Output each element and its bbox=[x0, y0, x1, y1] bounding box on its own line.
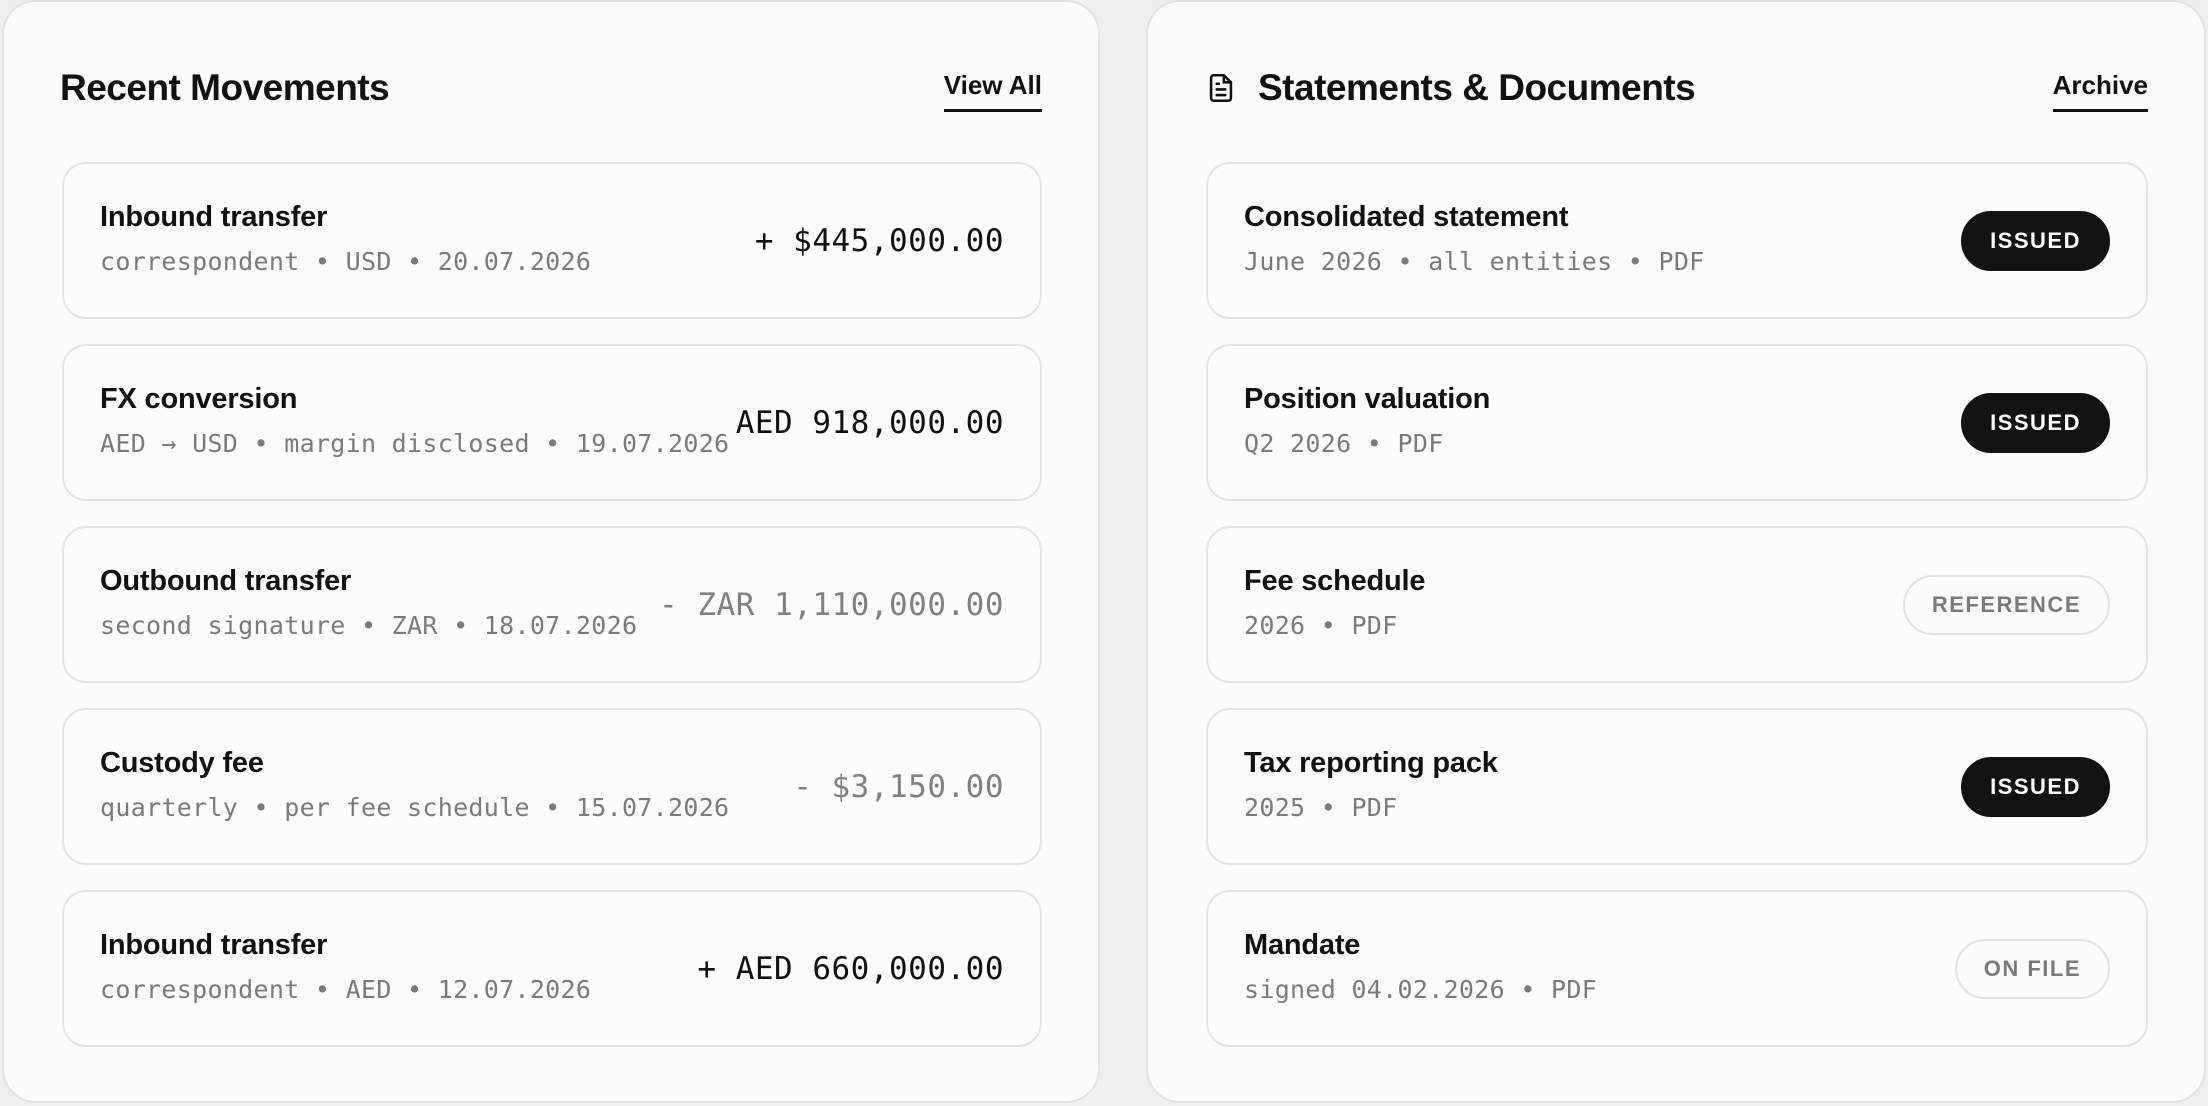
statements-header: Statements & Documents Archive bbox=[1204, 60, 2148, 116]
movement-meta: correspondent • AED • 12.07.2026 bbox=[100, 975, 592, 1004]
document-row[interactable]: Consolidated statement June 2026 • all e… bbox=[1206, 162, 2148, 319]
archive-link[interactable]: Archive bbox=[2052, 70, 2148, 112]
recent-movements-title: Recent Movements bbox=[60, 67, 390, 108]
movement-text: Outbound transfer second signature • ZAR… bbox=[100, 565, 637, 640]
movement-row[interactable]: FX conversion AED → USD • margin disclos… bbox=[62, 344, 1042, 501]
movement-meta: AED → USD • margin disclosed • 19.07.202… bbox=[100, 429, 730, 458]
statements-title: Statements & Documents bbox=[1258, 67, 1696, 108]
document-meta: 2025 • PDF bbox=[1244, 793, 1398, 822]
document-row[interactable]: Fee schedule 2026 • PDF REFERENCE bbox=[1206, 526, 2148, 683]
document-title: Fee schedule bbox=[1244, 565, 1426, 597]
movement-title: Outbound transfer bbox=[100, 565, 352, 597]
status-badge: ISSUED bbox=[1961, 392, 2110, 453]
document-meta: 2026 • PDF bbox=[1244, 611, 1398, 640]
movement-text: Inbound transfer correspondent • USD • 2… bbox=[100, 201, 591, 276]
movement-text: FX conversion AED → USD • margin disclos… bbox=[100, 383, 729, 458]
document-meta: June 2026 • all entities • PDF bbox=[1244, 247, 1705, 276]
movement-row[interactable]: Outbound transfer second signature • ZAR… bbox=[62, 526, 1042, 683]
movements-list: Inbound transfer correspondent • USD • 2… bbox=[62, 162, 1042, 1047]
movement-meta: correspondent • USD • 20.07.2026 bbox=[100, 247, 592, 276]
document-text: Tax reporting pack 2025 • PDF bbox=[1244, 747, 1498, 822]
document-row[interactable]: Position valuation Q2 2026 • PDF ISSUED bbox=[1206, 344, 2148, 501]
status-badge: REFERENCE bbox=[1902, 574, 2110, 635]
movement-row[interactable]: Custody fee quarterly • per fee schedule… bbox=[62, 708, 1042, 865]
movement-amount: + $445,000.00 bbox=[754, 222, 1004, 259]
recent-movements-panel: Recent Movements View All Inbound transf… bbox=[2, 0, 1100, 1103]
movement-meta: quarterly • per fee schedule • 15.07.202… bbox=[100, 793, 730, 822]
document-title: Consolidated statement bbox=[1244, 201, 1569, 233]
document-row[interactable]: Tax reporting pack 2025 • PDF ISSUED bbox=[1206, 708, 2148, 865]
document-meta: Q2 2026 • PDF bbox=[1244, 429, 1444, 458]
movement-amount: - ZAR 1,110,000.00 bbox=[659, 586, 1004, 623]
movement-text: Custody fee quarterly • per fee schedule… bbox=[100, 747, 729, 822]
movement-title: FX conversion bbox=[100, 383, 298, 415]
status-badge: ISSUED bbox=[1961, 210, 2110, 271]
movement-title: Custody fee bbox=[100, 747, 264, 779]
document-title: Tax reporting pack bbox=[1244, 747, 1498, 779]
status-badge: ON FILE bbox=[1954, 938, 2110, 999]
recent-movements-header: Recent Movements View All bbox=[60, 60, 1042, 116]
movement-amount: AED 918,000.00 bbox=[735, 404, 1004, 441]
movement-amount: - $3,150.00 bbox=[793, 768, 1004, 805]
movement-text: Inbound transfer correspondent • AED • 1… bbox=[100, 929, 591, 1004]
document-title: Mandate bbox=[1244, 929, 1361, 961]
view-all-link[interactable]: View All bbox=[943, 70, 1042, 112]
document-text: Consolidated statement June 2026 • all e… bbox=[1244, 201, 1705, 276]
movement-row[interactable]: Inbound transfer correspondent • USD • 2… bbox=[62, 162, 1042, 319]
documents-list: Consolidated statement June 2026 • all e… bbox=[1206, 162, 2148, 1047]
document-icon bbox=[1209, 73, 1233, 103]
status-badge: ISSUED bbox=[1961, 756, 2110, 817]
movement-title: Inbound transfer bbox=[100, 201, 328, 233]
document-meta: signed 04.02.2026 • PDF bbox=[1244, 975, 1598, 1004]
movement-amount: + AED 660,000.00 bbox=[697, 950, 1004, 987]
movement-meta: second signature • ZAR • 18.07.2026 bbox=[100, 611, 638, 640]
movement-row[interactable]: Inbound transfer correspondent • AED • 1… bbox=[62, 890, 1042, 1047]
statements-title-group: Statements & Documents bbox=[1204, 67, 1696, 109]
document-text: Position valuation Q2 2026 • PDF bbox=[1244, 383, 1490, 458]
movement-title: Inbound transfer bbox=[100, 929, 328, 961]
statements-documents-panel: Statements & Documents Archive Consolida… bbox=[1146, 0, 2206, 1103]
document-text: Mandate signed 04.02.2026 • PDF bbox=[1244, 929, 1597, 1004]
document-row[interactable]: Mandate signed 04.02.2026 • PDF ON FILE bbox=[1206, 890, 2148, 1047]
document-title: Position valuation bbox=[1244, 383, 1491, 415]
document-text: Fee schedule 2026 • PDF bbox=[1244, 565, 1426, 640]
